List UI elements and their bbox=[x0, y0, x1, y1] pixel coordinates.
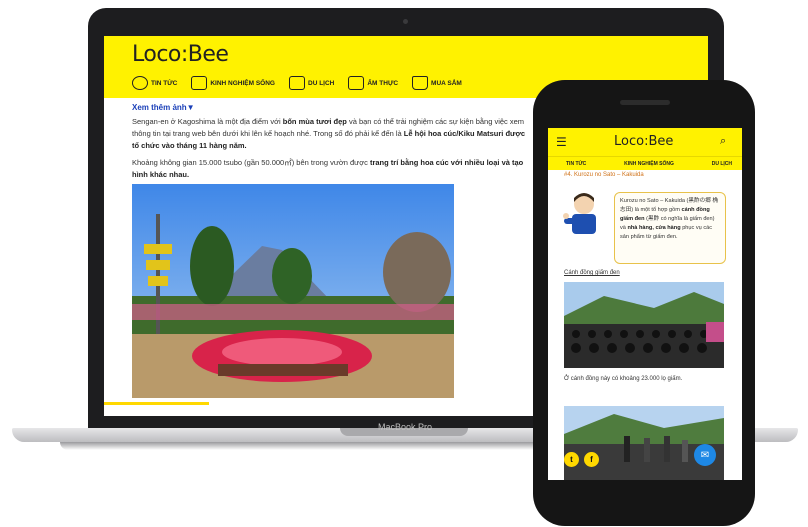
mascot-guide-icon bbox=[563, 193, 596, 234]
article-paragraph-1: Sengan-en ở Kagoshima là một địa điểm vớ… bbox=[132, 116, 532, 151]
text: Khoảng không gian 15.000 tsubo (gần 50.0… bbox=[132, 158, 370, 168]
mobile-nav-living[interactable]: KINH NGHIỆM SỐNG bbox=[624, 161, 674, 167]
vinegar-jars-illustration bbox=[564, 282, 724, 368]
mobile-nav-news[interactable]: TIN TỨC bbox=[566, 161, 586, 167]
chrysanthemum-garden-photo: t f bbox=[132, 184, 454, 398]
laptop-camera bbox=[403, 19, 408, 24]
nav-item-news[interactable]: TIN TỨC bbox=[132, 76, 177, 90]
house-icon bbox=[191, 76, 208, 90]
shoe-icon bbox=[289, 76, 305, 90]
nav-label: MUA SẮM bbox=[431, 79, 462, 87]
mobile-header: ☰ Loco:Bee ⌕ bbox=[548, 128, 742, 156]
phone-speaker bbox=[620, 100, 670, 105]
visitors-illustration bbox=[564, 406, 724, 480]
mobile-nav-travel[interactable]: DU LỊCH bbox=[712, 161, 732, 167]
search-icon[interactable]: ⌕ bbox=[720, 135, 726, 148]
nav-item-shopping[interactable]: MUA SẮM bbox=[412, 76, 462, 90]
nav-item-food[interactable]: ẨM THỰC bbox=[348, 76, 398, 90]
shopping-bag-icon bbox=[412, 76, 429, 90]
nav-item-travel[interactable]: DU LỊCH bbox=[289, 76, 334, 90]
site-logo[interactable]: Loco:Bee bbox=[132, 42, 229, 67]
laptop-brand-label: MacBook Pro bbox=[377, 422, 433, 432]
article-paragraph-2: Khoảng không gian 15.000 tsubo (gần 50.0… bbox=[132, 157, 532, 180]
nav-label: ẨM THỰC bbox=[367, 79, 399, 87]
nav-label: KINH NGHIỆM SỐNG bbox=[210, 79, 275, 87]
section-heading: #4. Kurozu no Sato – Kakuida bbox=[564, 172, 644, 178]
twitter-share-button[interactable]: t bbox=[564, 452, 579, 467]
vinegar-field-visitors-photo bbox=[564, 406, 724, 480]
subsection-title: Cánh đồng giấm đen bbox=[564, 270, 620, 276]
mobile-website: ☰ Loco:Bee ⌕ TIN TỨC KINH NGHIỆM SỐNG DU… bbox=[548, 128, 742, 480]
mobile-nav: TIN TỨC KINH NGHIỆM SỐNG DU LỊCH bbox=[548, 156, 742, 170]
site-logo[interactable]: Loco:Bee bbox=[614, 134, 673, 149]
mobile-share-buttons: t f bbox=[564, 452, 599, 467]
bold-text: bốn mùa tươi đẹp bbox=[282, 117, 347, 127]
photo-caption: Ở cánh đồng này có khoảng 23.000 lọ giấm… bbox=[564, 376, 683, 382]
article-body: Xem thêm ảnh▼ Sengan-en ở Kagoshima là m… bbox=[132, 102, 532, 187]
info-speech-bubble: Kurozu no Sato – Kakuida (黒酢の郷 桷志田) là m… bbox=[614, 192, 726, 264]
globe-icon bbox=[132, 76, 148, 90]
device-mockup-stage: MacBook Pro Loco:Bee TIN TỨC KINH NGHIỆM… bbox=[0, 0, 808, 527]
garden-photo-illustration bbox=[132, 184, 454, 398]
bold-text: nhà hàng, cửa hàng bbox=[627, 224, 681, 231]
reading-progress-bar bbox=[104, 402, 209, 405]
facebook-share-button[interactable]: f bbox=[584, 452, 599, 467]
see-more-photos-link[interactable]: Xem thêm ảnh▼ bbox=[132, 102, 532, 114]
text: Sengan-en ở Kagoshima là một địa điểm vớ… bbox=[132, 117, 283, 127]
vinegar-field-photo bbox=[564, 282, 724, 368]
nav-item-living[interactable]: KINH NGHIỆM SỐNG bbox=[191, 76, 275, 90]
utensils-icon bbox=[348, 76, 365, 90]
nav-label: TIN TỨC bbox=[151, 79, 178, 87]
messenger-chat-icon[interactable]: ✉ bbox=[694, 444, 716, 466]
hamburger-menu-icon[interactable]: ☰ bbox=[556, 135, 567, 149]
desktop-nav: TIN TỨC KINH NGHIỆM SỐNG DU LỊCH ẨM THỰC… bbox=[132, 76, 462, 90]
nav-label: DU LỊCH bbox=[308, 79, 335, 87]
